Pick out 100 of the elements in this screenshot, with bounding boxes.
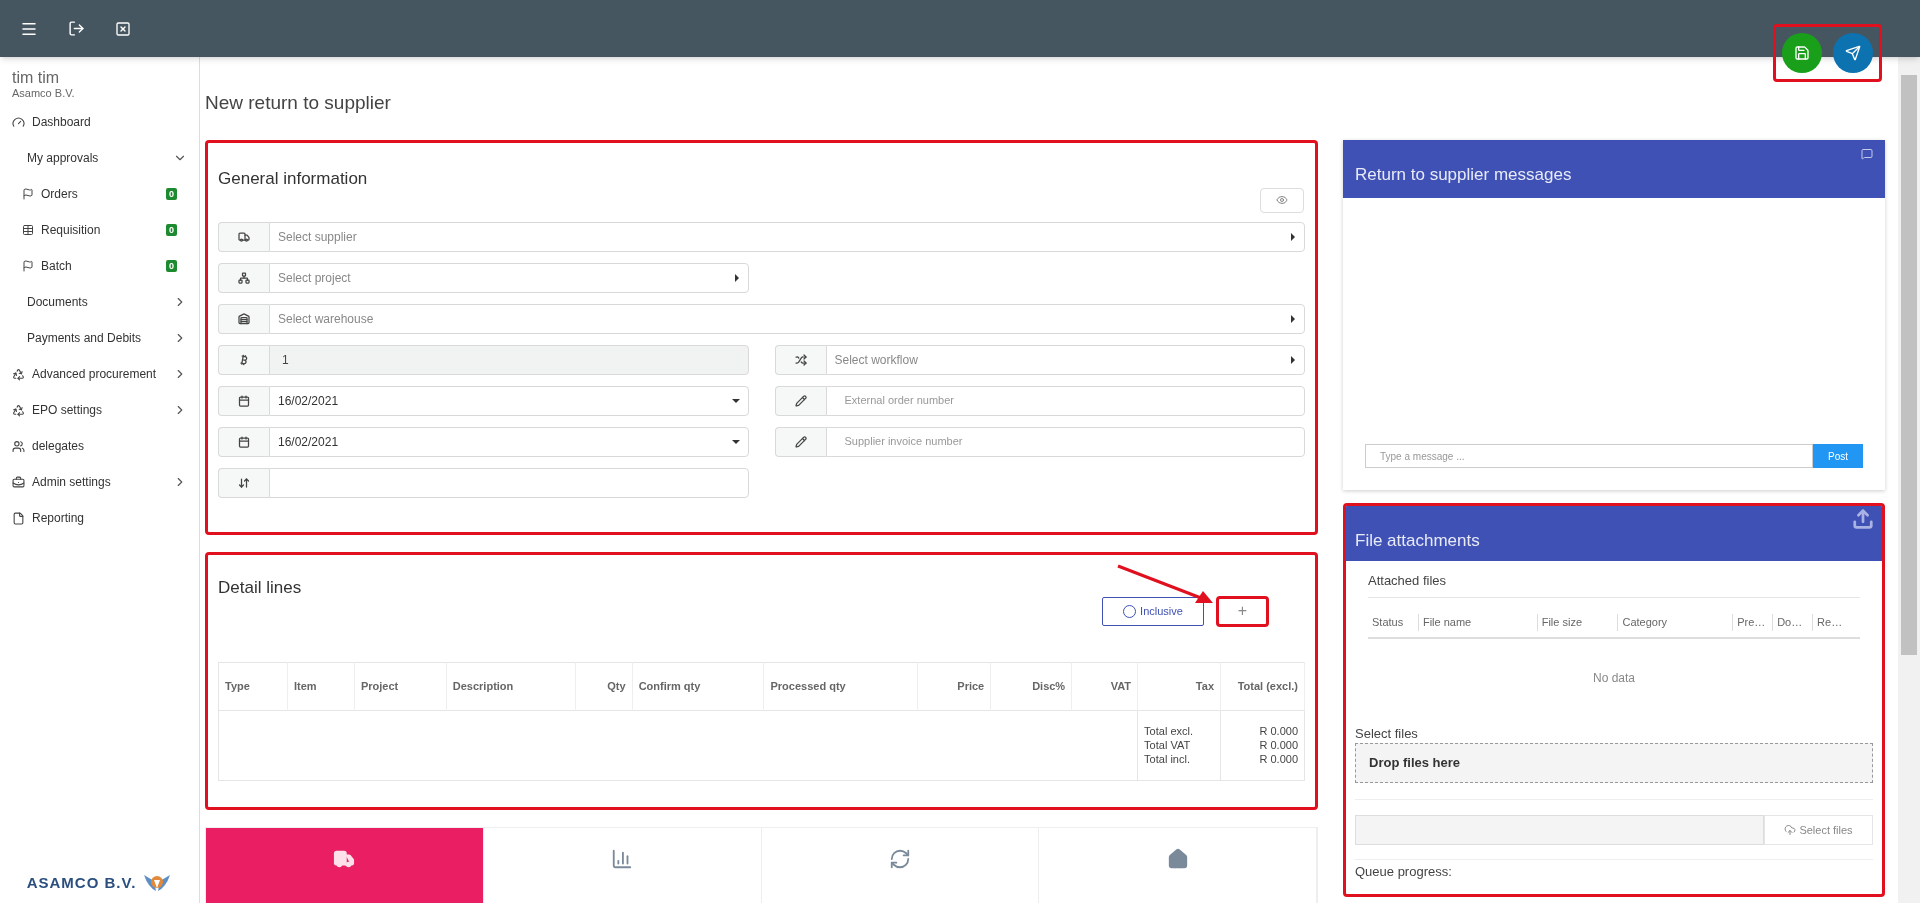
column-header: Status xyxy=(1371,615,1405,631)
column-header: Price xyxy=(917,662,991,710)
save-button[interactable] xyxy=(1782,33,1822,73)
queue-progress-label: Queue progress: xyxy=(1355,863,1453,881)
card-title: File attachments xyxy=(1355,530,1481,552)
bitcoin-icon xyxy=(238,353,250,366)
caret-icon xyxy=(731,397,740,404)
sidebar-item-icon xyxy=(12,511,25,525)
date-field[interactable]: 16/02/2021 xyxy=(269,385,749,416)
sidebar-item[interactable]: Requisition 0 xyxy=(0,212,199,248)
comment-icon[interactable] xyxy=(1861,148,1873,160)
column-header: Category xyxy=(1617,614,1733,631)
refresh-icon xyxy=(888,848,911,870)
eye-icon xyxy=(1276,194,1288,206)
column-header: Processed qty xyxy=(763,662,918,710)
input-field[interactable] xyxy=(269,467,749,498)
close-icon[interactable] xyxy=(115,20,131,37)
column-header: Re… xyxy=(1812,614,1860,631)
column-header: Qty xyxy=(575,662,633,710)
card-title: Return to supplier messages xyxy=(1355,164,1573,186)
count-badge: 0 xyxy=(166,260,177,272)
column-header: Total (excl.) xyxy=(1220,662,1305,710)
column-header: Pre… xyxy=(1732,614,1773,631)
caret-icon xyxy=(1290,314,1296,323)
sort-icon xyxy=(238,476,250,489)
sidebar-item-icon xyxy=(12,115,25,129)
sidebar-item-icon xyxy=(22,260,34,272)
file-name-field[interactable] xyxy=(1355,815,1764,845)
network-icon xyxy=(238,271,250,284)
column-header: Description xyxy=(446,662,576,710)
select-field[interactable]: Select supplier xyxy=(269,221,1305,252)
upload-icon[interactable] xyxy=(1852,508,1874,530)
sidebar-item[interactable]: Reporting xyxy=(0,500,199,536)
count-badge: 0 xyxy=(166,224,177,236)
column-header: VAT xyxy=(1071,662,1138,710)
home-icon xyxy=(1166,848,1189,870)
nav-tile[interactable] xyxy=(206,828,484,903)
send-button[interactable] xyxy=(1833,33,1873,73)
drop-zone[interactable]: Drop files here xyxy=(1355,743,1873,783)
select-field[interactable]: Select project xyxy=(269,262,749,293)
sidebar-item[interactable]: Orders 0 xyxy=(0,176,199,212)
select-files-button[interactable]: Select files xyxy=(1764,815,1873,845)
logo-text: ASAMCO B.V. xyxy=(26,872,137,893)
empty-message: No data xyxy=(1592,669,1636,687)
sidebar-item[interactable]: Admin settings xyxy=(0,464,199,500)
cloud-upload-icon xyxy=(1784,824,1797,836)
calendar-icon xyxy=(238,394,250,407)
section-title: General information xyxy=(218,168,369,190)
sidebar-item-icon xyxy=(12,439,25,453)
calendar-icon xyxy=(238,435,250,448)
column-header: Confirm qty xyxy=(632,662,764,710)
caret-icon xyxy=(731,438,740,445)
sidebar-item-icon xyxy=(22,224,34,236)
date-field[interactable]: 16/02/2021 xyxy=(269,426,749,457)
warehouse-icon xyxy=(238,312,250,325)
column-header: Type xyxy=(218,662,288,710)
sidebar-item-icon xyxy=(12,403,25,417)
user-name: tim tim xyxy=(12,69,61,87)
shuffle-icon xyxy=(794,353,807,366)
caret-icon xyxy=(1290,232,1296,241)
column-header: Disc% xyxy=(990,662,1072,710)
totals-labels: Total excl. Total VAT Total incl. xyxy=(1137,710,1221,780)
column-header: File name xyxy=(1417,614,1537,631)
column-header: Tax xyxy=(1137,662,1221,710)
caret-icon xyxy=(1290,355,1296,364)
truck-icon xyxy=(333,848,356,870)
input-field[interactable]: 1 xyxy=(269,344,749,375)
sidebar-item[interactable]: Payments and Debits xyxy=(0,320,199,356)
field-label: Select files xyxy=(1355,724,1419,743)
sidebar-item[interactable]: Documents xyxy=(0,284,199,320)
sidebar-item[interactable]: delegates xyxy=(0,428,199,464)
sidebar-item[interactable]: My approvals xyxy=(0,140,199,176)
company-name: Asamco B.V. xyxy=(12,87,76,100)
scrollbar[interactable] xyxy=(1898,57,1920,903)
add-line-button[interactable]: + xyxy=(1216,595,1269,627)
column-header: File size xyxy=(1536,614,1618,631)
column-header: Item xyxy=(287,662,355,710)
select-field[interactable]: Select warehouse xyxy=(269,303,1305,334)
column-header: Do… xyxy=(1772,614,1813,631)
section-subtitle: Attached files xyxy=(1368,561,1860,598)
select-field[interactable]: Select workflow xyxy=(825,344,1305,375)
sidebar-item[interactable]: Dashboard xyxy=(0,104,199,140)
pencil-icon xyxy=(794,394,807,407)
sidebar-item[interactable]: Advanced procurement xyxy=(0,356,199,392)
preview-button[interactable] xyxy=(1260,187,1304,213)
sidebar-item[interactable]: Batch 0 xyxy=(0,248,199,284)
section-title: Detail lines xyxy=(218,577,303,599)
logout-icon[interactable] xyxy=(68,20,85,37)
sidebar-item-icon xyxy=(12,367,25,381)
caret-icon xyxy=(733,273,740,282)
sidebar-item[interactable]: EPO settings xyxy=(0,392,199,428)
totals-values: R 0.000 R 0.000 R 0.000 xyxy=(1220,710,1305,780)
bar-chart-icon xyxy=(611,848,634,870)
sidebar-item-icon xyxy=(22,188,34,200)
pencil-icon xyxy=(794,435,807,448)
truck-icon xyxy=(238,230,250,243)
sidebar-item-icon xyxy=(12,475,25,489)
column-header: Project xyxy=(354,662,447,710)
count-badge: 0 xyxy=(166,188,177,200)
save-icon xyxy=(1794,45,1810,61)
